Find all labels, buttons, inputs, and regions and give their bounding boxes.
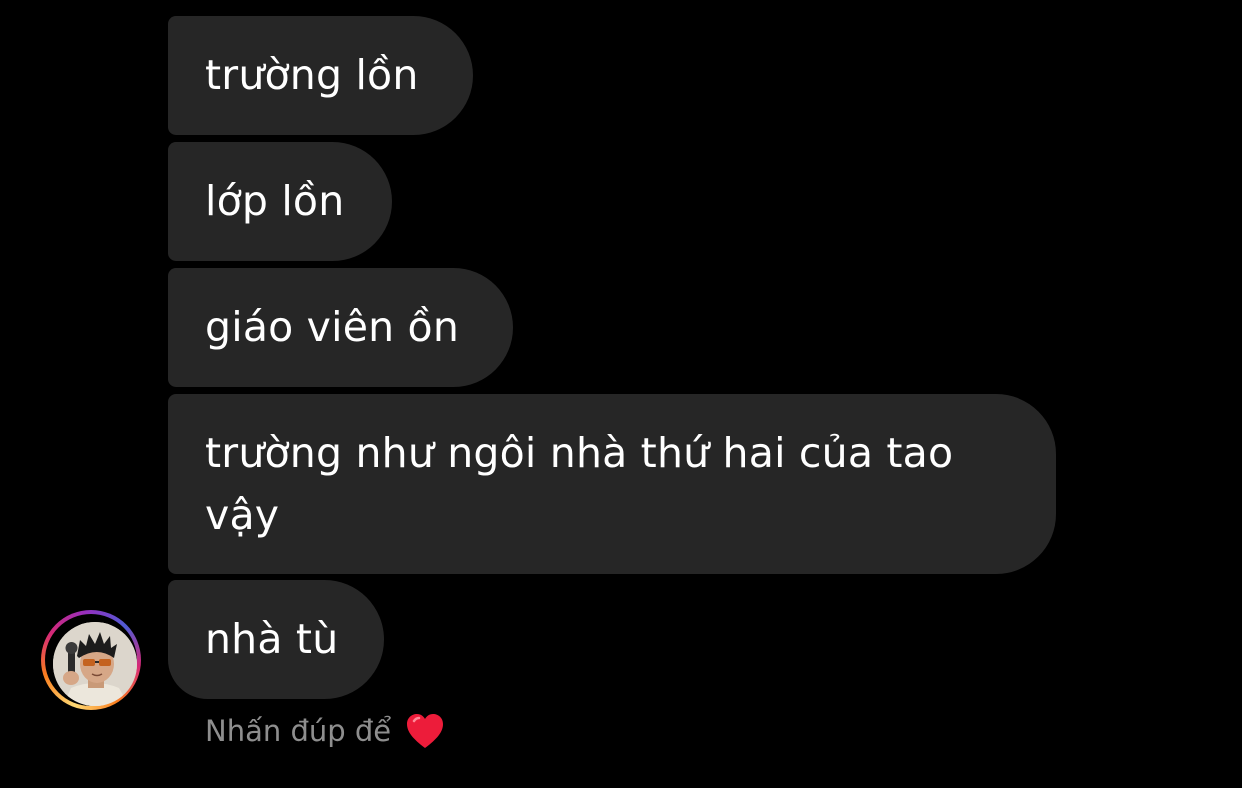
message-text: trường lồn <box>205 51 419 99</box>
double-tap-hint: Nhấn đúp để <box>205 708 445 754</box>
heart-icon[interactable] <box>405 712 445 750</box>
message-text: nhà tù <box>205 615 339 663</box>
message-thread: trường lồn lớp lồn giáo viên ồn trường n… <box>0 0 1242 788</box>
message-text: lớp lồn <box>205 177 345 225</box>
message-text-line-1: trường như ngôi nhà thứ hai của tao <box>205 429 954 477</box>
hint-label: Nhấn đúp để <box>205 714 392 748</box>
message-bubble[interactable]: lớp lồn <box>168 142 392 261</box>
avatar-image <box>53 622 137 706</box>
avatar-gap <box>45 614 137 706</box>
message-bubble[interactable]: giáo viên ồn <box>168 268 513 387</box>
message-bubble[interactable]: trường lồn <box>168 16 473 135</box>
message-bubble[interactable]: nhà tù <box>168 580 384 699</box>
message-bubble[interactable]: trường như ngôi nhà thứ hai của tao vậy <box>168 394 1056 574</box>
story-ring[interactable] <box>41 610 141 710</box>
message-text: giáo viên ồn <box>205 303 460 351</box>
avatar[interactable] <box>53 622 137 706</box>
message-text-line-2: vậy <box>205 491 280 539</box>
